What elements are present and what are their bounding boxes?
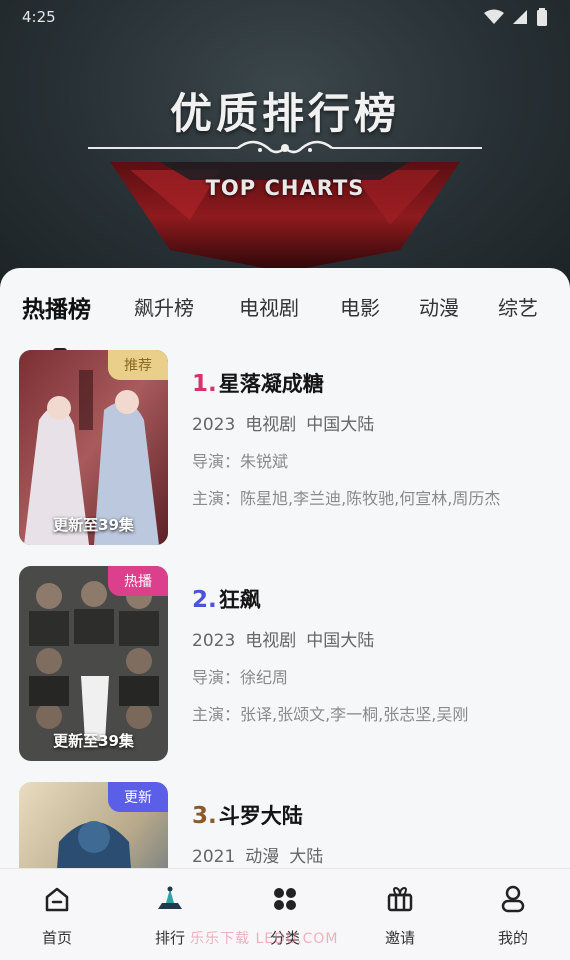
item-region: 中国大陆 [306, 631, 375, 651]
signal-icon [513, 10, 527, 24]
profile-icon [501, 885, 525, 913]
item-info: 2.狂飙 2023 电视剧 中国大陆 导演：徐纪周 主演：张译,张颂文,李一桐,张志… [192, 584, 562, 725]
item-title-row: 3.斗罗大陆 [192, 800, 562, 830]
item-cast: 主演：陈星旭,李兰迪,陈牧驰,何宣林,周历杰 [192, 489, 501, 508]
item-cast: 主演：张译,张颂文,李一桐,张志坚,吴刚 [192, 705, 469, 724]
poster-caption: 更新至39集 [53, 732, 134, 750]
badge-hot: 热播 [108, 566, 168, 596]
ranking-tabs: 热播榜 飙升榜 电视剧 电影 动漫 综艺 [0, 286, 570, 354]
poster-caption: 更新至39集 [53, 516, 134, 534]
status-icons [484, 8, 548, 26]
nav-home-label: 首页 [41, 929, 72, 947]
poster-image[interactable]: 热播 更新至39集 [19, 566, 168, 761]
item-title[interactable]: 狂飙 [219, 588, 261, 612]
item-title-row: 1.星落凝成糖 [192, 368, 562, 398]
ranking-icon [158, 886, 182, 909]
badge-recommended: 推荐 [108, 350, 168, 380]
item-year: 2021 [192, 847, 236, 867]
item-title[interactable]: 斗罗大陆 [219, 804, 303, 828]
item-category: 电视剧 [245, 631, 297, 651]
tab-rising[interactable]: 飙升榜 [134, 292, 194, 321]
watermark: 乐乐下载 LEDU.COM [190, 931, 339, 947]
tab-movies[interactable]: 电影 [340, 292, 380, 321]
item-region: 中国大陆 [306, 415, 375, 435]
item-meta: 2023 电视剧 中国大陆 [192, 626, 562, 651]
rank-number: 2. [192, 587, 217, 613]
poster-image[interactable]: 推荐 更新至39集 [19, 350, 168, 545]
gift-icon [387, 886, 413, 912]
ornament-divider [88, 140, 482, 154]
item-region: 大陆 [289, 847, 324, 867]
nav-profile-label: 我的 [497, 929, 528, 947]
banner-title: 优质排行榜 [169, 89, 400, 138]
item-title[interactable]: 星落凝成糖 [219, 372, 324, 396]
item-director: 导演：徐纪周 [192, 668, 289, 687]
rank-number: 1. [192, 371, 217, 397]
status-time: 4:25 [22, 8, 56, 26]
ranking-content: 热播榜 飙升榜 电视剧 电影 动漫 综艺 推荐 更新至39集 1.星落凝成糖 2… [0, 268, 570, 960]
rank-number: 3. [192, 803, 217, 829]
top-charts-banner: 4:25 优质排行榜 TOP CHARTS [0, 0, 570, 300]
home-icon [45, 887, 69, 912]
nav-invite[interactable]: 邀请 [360, 883, 440, 948]
badge-updated: 更新 [108, 782, 168, 812]
banner-subtitle: TOP CHARTS [205, 176, 365, 200]
item-year: 2023 [192, 415, 236, 435]
list-item[interactable]: 热播 更新至39集 2.狂飙 2023 电视剧 中国大陆 导演：徐纪周 主演：张译,… [0, 566, 570, 766]
item-category: 电视剧 [245, 415, 297, 435]
item-category: 动漫 [245, 847, 280, 867]
list-item[interactable]: 推荐 更新至39集 1.星落凝成糖 2023 电视剧 中国大陆 导演：朱锐斌 主演：… [0, 350, 570, 550]
screen: 4:25 优质排行榜 TOP CHARTS 热播榜 飙升榜 电视剧 电影 动漫 … [0, 0, 570, 960]
nav-invite-label: 邀请 [384, 929, 415, 947]
item-year: 2023 [192, 631, 236, 651]
item-meta: 2023 电视剧 中国大陆 [192, 410, 562, 435]
battery-icon [537, 8, 547, 26]
item-meta: 2021 动漫 大陆 [192, 842, 562, 867]
item-info: 3.斗罗大陆 2021 动漫 大陆 [192, 800, 562, 867]
item-director: 导演：朱锐斌 [192, 452, 289, 471]
item-info: 1.星落凝成糖 2023 电视剧 中国大陆 导演：朱锐斌 主演：陈星旭,李兰迪,陈牧… [192, 368, 562, 509]
wifi-icon [484, 9, 504, 24]
tab-anime[interactable]: 动漫 [419, 292, 459, 321]
tab-variety[interactable]: 综艺 [498, 292, 538, 321]
tab-tv-series[interactable]: 电视剧 [239, 292, 299, 321]
item-title-row: 2.狂飙 [192, 584, 562, 614]
nav-profile[interactable]: 我的 [473, 883, 553, 948]
category-icon [274, 888, 296, 910]
status-bar: 4:25 [0, 0, 570, 34]
tab-hot[interactable]: 热播榜 [22, 290, 91, 324]
nav-home[interactable]: 首页 [17, 883, 97, 948]
